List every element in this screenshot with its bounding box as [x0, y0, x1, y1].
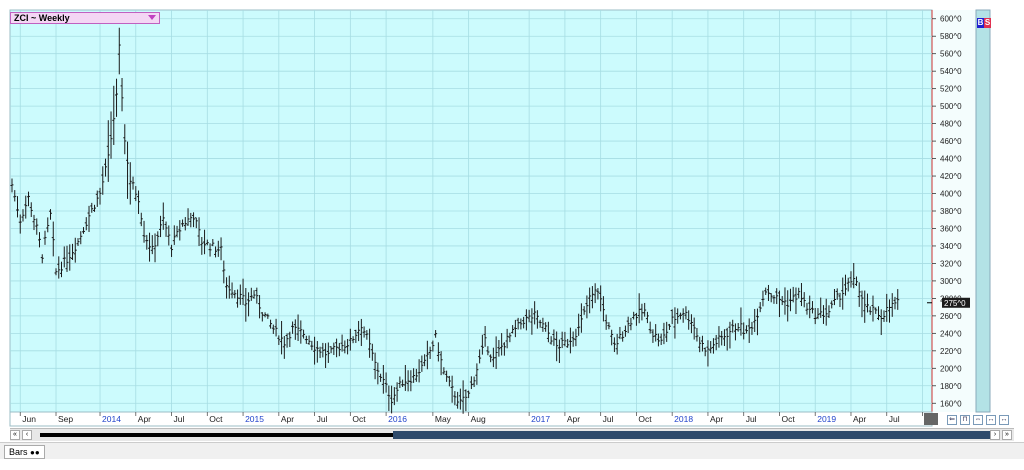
- scroll-start-icon[interactable]: «: [10, 430, 20, 440]
- y-tick-label: 180^0: [940, 382, 962, 391]
- horizontal-scrollbar[interactable]: « ‹ › »: [10, 428, 1014, 441]
- link-icon: ●●: [30, 448, 40, 457]
- x-tick-label: Sep: [58, 414, 73, 424]
- symbol-label: ZCI ~ Weekly: [14, 13, 70, 23]
- y-tick-label: 400^0: [940, 190, 962, 199]
- y-tick-label: 580^0: [940, 32, 962, 41]
- scroll-thumb[interactable]: [393, 431, 994, 439]
- y-tick-label: 340^0: [940, 242, 962, 251]
- x-tick-label: Jul: [174, 414, 185, 424]
- y-tick-label: 600^0: [940, 15, 962, 24]
- scroll-right-icon[interactable]: ›: [990, 430, 1000, 440]
- nav-expand-icon[interactable]: ↔: [986, 415, 996, 425]
- y-tick-label: 480^0: [940, 120, 962, 129]
- x-tick-label: Apr: [710, 414, 723, 424]
- x-tick-label: Apr: [138, 414, 151, 424]
- x-tick-label: Apr: [567, 414, 580, 424]
- x-tick-label: Jul: [317, 414, 328, 424]
- symbol-dropdown[interactable]: ZCI ~ Weekly: [10, 12, 160, 24]
- price-chart[interactable]: 160^0180^0200^0220^0240^0260^0280^0300^0…: [0, 0, 1024, 470]
- x-tick-label: Oct: [209, 414, 223, 424]
- y-tick-label: 220^0: [940, 347, 962, 356]
- x-tick-label: 2017: [531, 414, 550, 424]
- x-tick-label: Oct: [781, 414, 795, 424]
- x-tick-label: 2018: [674, 414, 693, 424]
- buy-button[interactable]: B: [977, 18, 984, 28]
- x-tick-label: Jun: [22, 414, 36, 424]
- x-tick-label: 2019: [817, 414, 836, 424]
- x-tick-label: Apr: [853, 414, 866, 424]
- y-tick-label: 360^0: [940, 224, 962, 233]
- x-tick-label: Jul: [889, 414, 900, 424]
- y-tick-label: 520^0: [940, 85, 962, 94]
- y-tick-label: 460^0: [940, 137, 962, 146]
- sell-label: S: [984, 18, 991, 27]
- right-strip: [975, 9, 991, 413]
- scroll-left-icon[interactable]: ‹: [22, 430, 32, 440]
- last-price-label: 275^0: [944, 299, 966, 308]
- x-tick-label: May: [435, 414, 452, 424]
- y-tick-label: 200^0: [940, 364, 962, 373]
- y-tick-label: 500^0: [940, 102, 962, 111]
- x-tick-label: 2016: [388, 414, 407, 424]
- tab-bars-label: Bars: [9, 447, 28, 457]
- chevron-down-icon[interactable]: [148, 15, 156, 20]
- sell-button[interactable]: S: [984, 18, 991, 28]
- x-tick-label: 2014: [102, 414, 121, 424]
- x-tick-label: Aug: [471, 414, 486, 424]
- buy-label: B: [977, 18, 984, 27]
- nav-zoom-icon[interactable]: ⊓: [960, 415, 970, 425]
- chart-tab-bar: Bars ●●: [0, 442, 1024, 459]
- x-tick-label: 2015: [245, 414, 264, 424]
- y-tick-label: 240^0: [940, 329, 962, 338]
- nav-compress-icon[interactable]: ⇔: [973, 415, 983, 425]
- y-tick-label: 260^0: [940, 312, 962, 321]
- y-tick-label: 440^0: [940, 155, 962, 164]
- tab-bars[interactable]: Bars ●●: [4, 445, 45, 459]
- y-tick-label: 380^0: [940, 207, 962, 216]
- nav-fit-icon[interactable]: ↔: [999, 415, 1009, 425]
- nav-first-icon[interactable]: ⇐: [947, 415, 957, 425]
- x-tick-label: Oct: [638, 414, 652, 424]
- current-date-marker: [924, 413, 938, 425]
- y-tick-label: 420^0: [940, 172, 962, 181]
- y-tick-label: 160^0: [940, 399, 962, 408]
- y-tick-label: 320^0: [940, 259, 962, 268]
- chart-window: 160^0180^0200^0220^0240^0260^0280^0300^0…: [0, 0, 1024, 470]
- x-tick-label: Jul: [603, 414, 614, 424]
- y-tick-label: 300^0: [940, 277, 962, 286]
- y-tick-label: 560^0: [940, 50, 962, 59]
- scroll-end-icon[interactable]: »: [1002, 430, 1012, 440]
- x-tick-label: Jul: [746, 414, 757, 424]
- y-tick-label: 540^0: [940, 67, 962, 76]
- x-tick-label: Apr: [281, 414, 294, 424]
- x-tick-label: Oct: [352, 414, 366, 424]
